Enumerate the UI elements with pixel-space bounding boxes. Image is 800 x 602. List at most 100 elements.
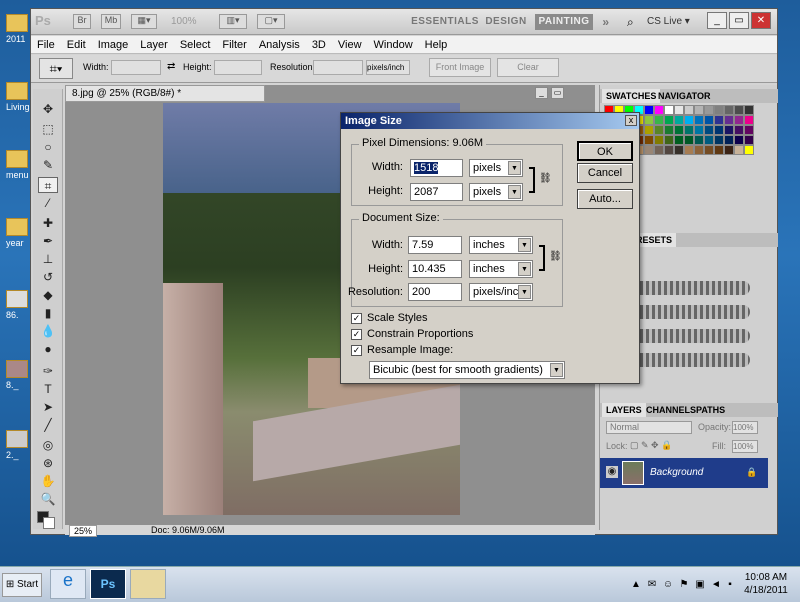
blend-mode-select[interactable]: Normal: [606, 421, 692, 434]
menu-edit[interactable]: Edit: [61, 36, 92, 54]
type-tool-icon[interactable]: T: [38, 381, 58, 397]
eraser-tool-icon[interactable]: ◆: [38, 287, 58, 303]
doc-restore-icon[interactable]: ▭: [551, 87, 564, 99]
color-swatch[interactable]: [724, 145, 734, 155]
action-center-icon[interactable]: ⚑: [678, 579, 690, 590]
color-swatch[interactable]: [724, 135, 734, 145]
color-swatch[interactable]: [714, 105, 724, 115]
color-swatch[interactable]: [694, 145, 704, 155]
zoom-readout[interactable]: 25%: [69, 525, 97, 537]
front-image-button[interactable]: Front Image: [429, 58, 491, 77]
lock-icons[interactable]: ▢ ✎ ✥ 🔒: [630, 440, 672, 451]
maximize-button[interactable]: ▭: [729, 12, 749, 29]
zoom-tool-icon[interactable]: 🔍: [38, 491, 58, 507]
internet-explorer-icon[interactable]: e: [50, 569, 86, 599]
clone-stamp-tool-icon[interactable]: ⊥: [38, 251, 58, 267]
color-swatch[interactable]: [694, 115, 704, 125]
cancel-button[interactable]: Cancel: [577, 163, 633, 183]
workspace-painting[interactable]: PAINTING: [535, 14, 593, 30]
resample-method-select[interactable]: Bicubic (best for smooth gradients) ▼: [369, 361, 565, 379]
color-swatch[interactable]: [734, 105, 744, 115]
color-swatch[interactable]: [674, 115, 684, 125]
color-swatch[interactable]: [714, 125, 724, 135]
tab-navigator[interactable]: NAVIGATOR: [654, 89, 715, 103]
menu-file[interactable]: File: [31, 36, 61, 54]
lasso-tool-icon[interactable]: ○: [38, 139, 58, 155]
color-swatch[interactable]: [704, 135, 714, 145]
dodge-tool-icon[interactable]: ●: [38, 341, 58, 357]
color-swatch[interactable]: [734, 135, 744, 145]
color-swatch[interactable]: [664, 135, 674, 145]
doc-height-input[interactable]: 10.435: [408, 260, 462, 278]
color-swatch[interactable]: [744, 125, 754, 135]
search-icon[interactable]: ⌕: [627, 15, 634, 30]
explorer-taskbar-icon[interactable]: [130, 569, 166, 599]
color-swatch[interactable]: [734, 115, 744, 125]
more-workspaces-icon[interactable]: »: [596, 14, 616, 30]
menu-filter[interactable]: Filter: [216, 36, 252, 54]
workspace-design[interactable]: DESIGN: [481, 14, 531, 30]
screen-mode-icon[interactable]: ▢▾: [257, 14, 285, 29]
arrange-documents-icon[interactable]: ▥▾: [219, 14, 247, 29]
menu-image[interactable]: Image: [92, 36, 135, 54]
menu-window[interactable]: Window: [368, 36, 419, 54]
color-swatch[interactable]: [664, 125, 674, 135]
swap-icon[interactable]: ⇄: [167, 61, 175, 72]
color-swatch[interactable]: [674, 125, 684, 135]
color-swatch[interactable]: [684, 105, 694, 115]
volume-icon[interactable]: ◄: [710, 579, 722, 590]
layer-row-background[interactable]: ◉ Background 🔒: [600, 458, 768, 488]
resolution-input[interactable]: 200: [408, 283, 462, 301]
color-swatch[interactable]: [644, 135, 654, 145]
color-swatch[interactable]: [744, 115, 754, 125]
color-swatch[interactable]: [664, 105, 674, 115]
constrain-proportions-checkbox[interactable]: ✓: [351, 329, 362, 340]
color-swatch[interactable]: [674, 135, 684, 145]
color-swatch[interactable]: [644, 105, 654, 115]
color-swatch[interactable]: [744, 135, 754, 145]
color-swatch[interactable]: [704, 105, 714, 115]
color-swatch[interactable]: [674, 105, 684, 115]
color-swatch[interactable]: [654, 115, 664, 125]
color-swatch[interactable]: [694, 105, 704, 115]
color-swatch[interactable]: [724, 105, 734, 115]
menu-help[interactable]: Help: [419, 36, 454, 54]
workspace-essentials[interactable]: ESSENTIALS: [411, 14, 479, 30]
tab-paths[interactable]: PATHS: [692, 403, 729, 417]
width-input[interactable]: [111, 60, 161, 75]
ok-button[interactable]: OK: [577, 141, 633, 161]
brush-tool-icon[interactable]: ✒: [38, 233, 58, 249]
tab-swatches[interactable]: SWATCHES: [602, 89, 661, 103]
gradient-tool-icon[interactable]: ▮: [38, 305, 58, 321]
color-swatch[interactable]: [684, 135, 694, 145]
color-swatch[interactable]: [714, 135, 724, 145]
cs-live-menu[interactable]: CS Live ▾: [647, 14, 690, 30]
resolution-unit-select[interactable]: pixels/inch ▼: [469, 283, 533, 301]
clear-button[interactable]: Clear: [497, 58, 559, 77]
color-swatch[interactable]: [724, 125, 734, 135]
menu-view[interactable]: View: [332, 36, 368, 54]
menu-3d[interactable]: 3D: [306, 36, 332, 54]
menu-select[interactable]: Select: [174, 36, 217, 54]
color-swatch[interactable]: [654, 135, 664, 145]
messenger-icon[interactable]: ☺: [662, 579, 674, 590]
minimize-button[interactable]: _: [707, 12, 727, 29]
healing-brush-tool-icon[interactable]: ✚: [38, 215, 58, 231]
color-swatch[interactable]: [684, 125, 694, 135]
color-swatch[interactable]: [694, 135, 704, 145]
hand-tool-icon[interactable]: ✋: [38, 473, 58, 489]
marquee-tool-icon[interactable]: ⬚: [38, 121, 58, 137]
color-swatch[interactable]: [644, 115, 654, 125]
fill-input[interactable]: 100%: [732, 440, 758, 453]
color-swatch[interactable]: [644, 145, 654, 155]
color-swatch[interactable]: [744, 105, 754, 115]
bridge-icon[interactable]: Br: [73, 14, 91, 29]
color-swatch[interactable]: [664, 145, 674, 155]
height-input[interactable]: [214, 60, 262, 75]
color-swatch[interactable]: [744, 145, 754, 155]
color-swatch[interactable]: [694, 125, 704, 135]
quick-select-tool-icon[interactable]: ✎: [38, 157, 58, 173]
color-swatch[interactable]: [734, 145, 744, 155]
color-swatch[interactable]: [714, 145, 724, 155]
shape-tool-icon[interactable]: ╱: [38, 417, 58, 433]
